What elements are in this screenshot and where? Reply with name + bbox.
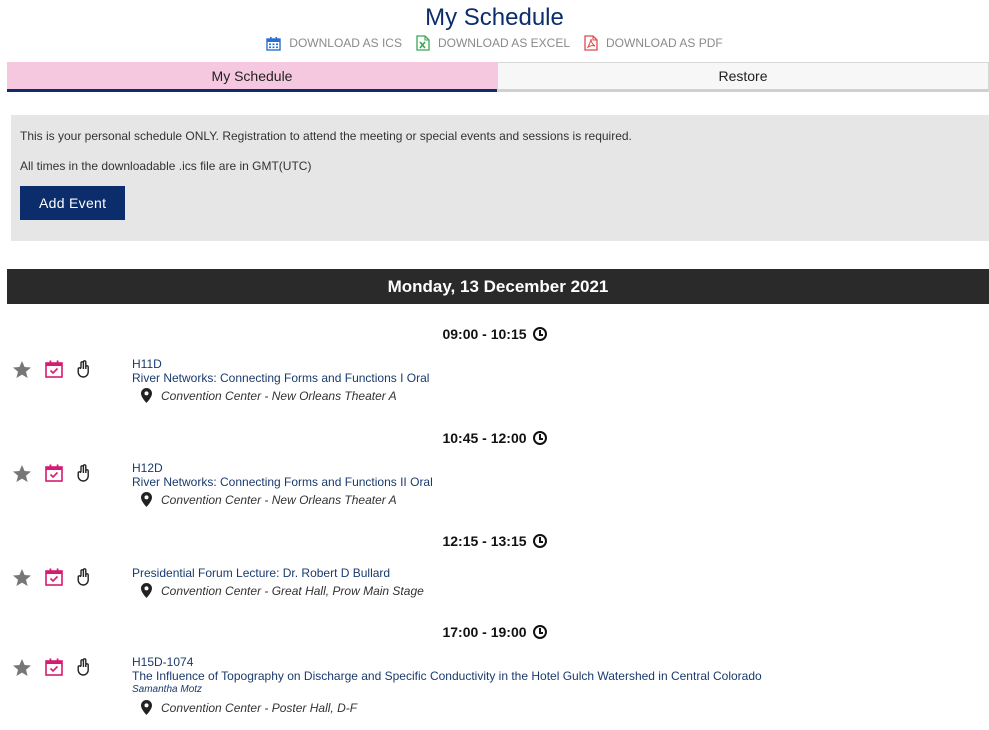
clock-icon (532, 625, 547, 639)
event-code: H11D (132, 357, 162, 371)
event-location: Convention Center - New Orleans Theater … (141, 492, 433, 507)
event-title-link[interactable]: River Networks: Connecting Forms and Fun… (132, 475, 433, 489)
attachment-icon[interactable] (76, 463, 92, 488)
map-pin-icon (141, 700, 152, 715)
event-location-text: Convention Center - Poster Hall, D-F (161, 700, 358, 715)
event-location: Convention Center - Great Hall, Prow Mai… (141, 583, 424, 598)
time-slot-header: 17:00 - 19:00 (0, 624, 989, 640)
calendar-check-icon[interactable] (44, 567, 64, 592)
time-slot-header: 12:15 - 13:15 (0, 533, 989, 549)
add-event-button[interactable]: Add Event (20, 186, 126, 220)
download-ics-label: DOWNLOAD AS ICS (289, 36, 402, 50)
time-range: 10:45 - 12:00 (442, 430, 527, 446)
day-header: Monday, 13 December 2021 (7, 269, 989, 304)
download-pdf-link[interactable]: DOWNLOAD AS PDF (584, 35, 723, 51)
star-icon[interactable] (12, 464, 32, 488)
event-location-text: Convention Center - New Orleans Theater … (161, 492, 397, 507)
download-pdf-label: DOWNLOAD AS PDF (606, 36, 723, 50)
attachment-icon[interactable] (76, 359, 92, 384)
event-code: H15D-1074 (132, 655, 194, 669)
star-icon[interactable] (12, 658, 32, 682)
excel-icon (416, 35, 430, 51)
tab-restore[interactable]: Restore (497, 62, 989, 92)
event-location: Convention Center - New Orleans Theater … (141, 388, 429, 403)
page-title: My Schedule (425, 4, 564, 31)
download-excel-link[interactable]: DOWNLOAD AS EXCEL (416, 35, 570, 51)
event-code: H12D (132, 461, 163, 475)
event-location-text: Convention Center - Great Hall, Prow Mai… (161, 583, 424, 598)
download-bar: DOWNLOAD AS ICS DOWNLOAD AS EXCEL DOWNLO… (0, 35, 989, 51)
star-icon[interactable] (12, 360, 32, 384)
schedule-tabs: My Schedule Restore (7, 62, 989, 92)
calendar-check-icon[interactable] (44, 359, 64, 384)
time-range: 17:00 - 19:00 (442, 624, 527, 640)
time-slot-header: 10:45 - 12:00 (0, 430, 989, 446)
calendar-icon (266, 36, 281, 51)
star-icon[interactable] (12, 568, 32, 592)
download-excel-label: DOWNLOAD AS EXCEL (437, 36, 571, 50)
attachment-icon[interactable] (76, 657, 92, 682)
event-location: Convention Center - Poster Hall, D-F (141, 700, 762, 715)
event-title-link[interactable]: River Networks: Connecting Forms and Fun… (132, 371, 429, 385)
map-pin-icon (141, 583, 152, 598)
clock-icon (532, 431, 547, 445)
clock-icon (532, 327, 547, 341)
calendar-check-icon[interactable] (44, 463, 64, 488)
time-slot-header: 09:00 - 10:15 (0, 326, 989, 342)
map-pin-icon (141, 388, 152, 403)
notice-registration-text: This is your personal schedule ONLY. Reg… (20, 129, 632, 143)
map-pin-icon (141, 492, 152, 507)
notice-panel: This is your personal schedule ONLY. Reg… (11, 115, 989, 241)
event-location-text: Convention Center - New Orleans Theater … (161, 388, 397, 403)
notice-timezone-text: All times in the downloadable .ics file … (20, 159, 312, 173)
attachment-icon[interactable] (76, 567, 92, 592)
time-range: 09:00 - 10:15 (442, 326, 527, 342)
pdf-icon (584, 35, 598, 51)
time-range: 12:15 - 13:15 (442, 533, 527, 549)
event-title-link[interactable]: The Influence of Topography on Discharge… (132, 669, 762, 683)
clock-icon (532, 534, 547, 548)
download-ics-link[interactable]: DOWNLOAD AS ICS (266, 36, 402, 51)
event-author: Samantha Motz (132, 684, 203, 695)
calendar-check-icon[interactable] (44, 657, 64, 682)
tab-my-schedule[interactable]: My Schedule (7, 62, 497, 92)
event-title-link[interactable]: Presidential Forum Lecture: Dr. Robert D… (132, 566, 424, 580)
